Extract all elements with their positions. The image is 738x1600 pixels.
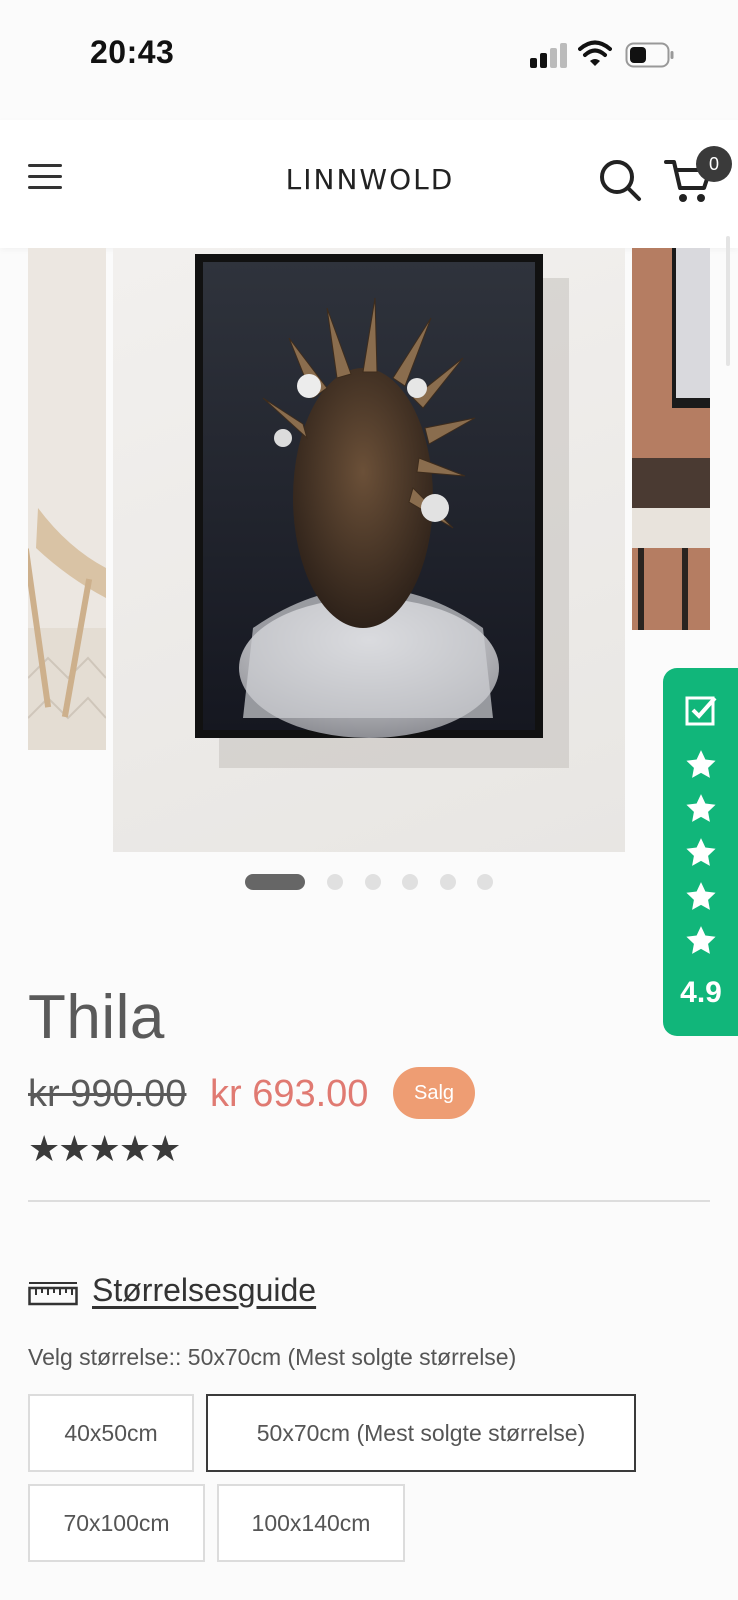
ruler-icon: [28, 1282, 78, 1306]
star-icon: [686, 794, 716, 822]
reviews-widget[interactable]: 4.9: [663, 668, 738, 1036]
chair-room-image: [28, 248, 106, 750]
gallery-slide-next[interactable]: [632, 248, 710, 630]
brand-logo[interactable]: LINNWOLD: [280, 158, 460, 198]
pagination-dot-6[interactable]: [477, 874, 493, 890]
pagination-dot-1[interactable]: [245, 874, 305, 890]
verified-check-icon: [685, 696, 717, 726]
pagination-dot-2[interactable]: [327, 874, 343, 890]
size-option-70x100[interactable]: 70x100cm: [28, 1484, 205, 1562]
star-icon: [686, 838, 716, 866]
size-option-50x70[interactable]: 50x70cm (Mest solgte størrelse): [206, 1394, 636, 1472]
product-gallery[interactable]: [0, 248, 738, 854]
size-option-40x50[interactable]: 40x50cm: [28, 1394, 194, 1472]
gallery-slide-active[interactable]: [113, 248, 625, 852]
size-selection-label: Velg størrelse:: 50x70cm (Mest solgte st…: [28, 1344, 517, 1370]
star-icon: [686, 882, 716, 910]
search-icon[interactable]: [598, 158, 642, 202]
product-rating-stars[interactable]: ★★★★★: [28, 1128, 181, 1170]
logo-text: LINNWOLD: [286, 163, 455, 196]
artwork-image: [195, 254, 569, 768]
star-icon: [686, 750, 716, 778]
sale-badge: Salg: [393, 1067, 475, 1119]
wifi-icon: [578, 40, 612, 66]
pagination-dot-4[interactable]: [402, 874, 418, 890]
size-guide-link[interactable]: Størrelsesguide: [92, 1272, 316, 1309]
divider: [28, 1200, 710, 1202]
cart-count-badge[interactable]: 0: [696, 146, 732, 182]
site-header: LINNWOLD: [0, 120, 738, 248]
cellular-signal-icon: [530, 43, 568, 68]
gallery-scrollbar[interactable]: [726, 236, 730, 366]
product-title: Thila: [28, 983, 165, 1052]
size-option-100x140[interactable]: 100x140cm: [217, 1484, 405, 1562]
star-icon: [686, 926, 716, 954]
pagination-dot-3[interactable]: [365, 874, 381, 890]
gallery-pagination: [0, 874, 738, 894]
gallery-slide-previous[interactable]: [28, 248, 106, 750]
sale-price: kr 693.00: [210, 1073, 369, 1115]
review-rating: 4.9: [680, 976, 722, 1009]
status-time: 20:43: [90, 34, 175, 70]
hamburger-menu-icon[interactable]: [28, 164, 62, 190]
dining-room-image: [632, 248, 710, 630]
pagination-dot-5[interactable]: [440, 874, 456, 890]
status-bar: 20:43: [0, 0, 738, 110]
battery-icon: [625, 42, 674, 68]
original-price: kr 990.00: [28, 1073, 187, 1115]
